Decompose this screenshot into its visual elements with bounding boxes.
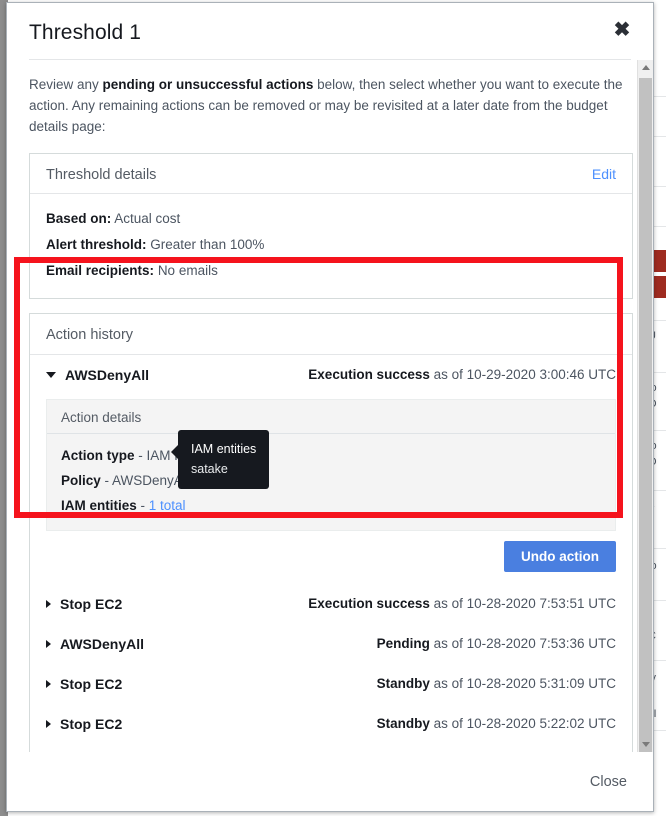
action-name-expanded: AWSDenyAll	[46, 367, 149, 383]
action-detail-label: IAM entities	[61, 497, 137, 513]
action-detail-action-type: Action type - IAM Policy	[61, 443, 601, 468]
chevron-right-icon[interactable]	[46, 719, 51, 728]
action-history-header: Action history	[30, 314, 632, 355]
intro-pre: Review any	[29, 76, 103, 92]
scroll-up-arrow-icon[interactable]	[638, 60, 653, 76]
detail-label: Email recipients:	[46, 262, 155, 278]
action-detail-label: Action type	[61, 447, 135, 463]
threshold-details-panel: Threshold details Edit Based on: Actual …	[29, 152, 633, 299]
iam-entities-link[interactable]: 1 total	[149, 498, 186, 513]
detail-row-email-recipients: Email recipients: No emails	[46, 258, 616, 284]
action-history-row[interactable]: Stop EC2 Execution success as of 10-28-2…	[30, 584, 632, 624]
intro-emphasis: pending or unsuccessful actions	[102, 76, 314, 92]
action-name: AWSDenyAll	[46, 636, 144, 652]
detail-row-alert-threshold: Alert threshold: Greater than 100%	[46, 232, 616, 258]
status-timestamp: as of 10-28-2020 7:53:36 UTC	[433, 636, 616, 652]
status-timestamp: as of 10-28-2020 5:22:02 UTC	[433, 716, 616, 732]
undo-action-bar: Undo action	[30, 530, 632, 584]
action-history-row-expanded[interactable]: AWSDenyAll Execution success as of 10-29…	[30, 355, 632, 395]
scrollbar-thumb[interactable]	[639, 77, 652, 752]
detail-value: Actual cost	[114, 210, 181, 226]
action-status: Standby as of 10-28-2020 5:22:02 UTC	[377, 716, 616, 731]
close-button[interactable]: Close	[590, 774, 627, 790]
detail-label: Alert threshold:	[46, 236, 147, 252]
action-name-label: AWSDenyAll	[60, 635, 145, 652]
action-details-body: Action type - IAM Policy Policy - AWSDen…	[47, 434, 615, 530]
action-history-row[interactable]: AWSDenyAll Standby as of 10-28-2020 5:22…	[30, 744, 632, 752]
action-history-panel: Action history AWSDenyAll Execution succ…	[29, 312, 633, 752]
action-name-label: Stop EC2	[60, 595, 123, 612]
modal-body: Review any pending or unsuccessful actio…	[7, 59, 653, 752]
status-badge: Execution success	[308, 596, 430, 612]
action-name: Stop EC2	[46, 596, 122, 612]
page-root: h e n I U lo O lo O a 0 lo b C lv e JI x…	[0, 0, 666, 816]
modal-header: Threshold 1 ✖	[7, 3, 653, 47]
modal-footer: Close	[7, 752, 653, 811]
undo-action-button[interactable]: Undo action	[504, 540, 616, 572]
edit-link[interactable]: Edit	[592, 166, 616, 182]
status-badge: Pending	[376, 636, 430, 652]
detail-row-based-on: Based on: Actual cost	[46, 206, 616, 232]
action-name-label: Stop EC2	[60, 675, 123, 692]
status-timestamp: as of 10-28-2020 7:53:51 UTC	[433, 596, 616, 612]
chevron-right-icon[interactable]	[46, 679, 51, 688]
close-icon[interactable]: ✖	[611, 19, 633, 41]
modal-body-content: Review any pending or unsuccessful actio…	[7, 60, 653, 752]
action-status: Standby as of 10-28-2020 5:31:09 UTC	[377, 676, 616, 691]
action-status-expanded: Execution success as of 10-29-2020 3:00:…	[308, 367, 616, 382]
detail-value: No emails	[157, 262, 218, 278]
tooltip-line-1: IAM entities	[191, 442, 257, 456]
action-name-label: AWSDenyAll	[65, 366, 150, 383]
action-history-title: Action history	[46, 326, 134, 343]
modal-scrollbar[interactable]	[637, 59, 653, 752]
detail-value: Greater than 100%	[150, 236, 265, 252]
action-detail-label: Policy	[61, 472, 101, 488]
intro-text: Review any pending or unsuccessful actio…	[29, 74, 633, 137]
iam-entities-tooltip: IAM entities satake	[170, 430, 270, 489]
status-timestamp: as of 10-29-2020 3:00:46 UTC	[433, 367, 616, 383]
action-name: Stop EC2	[46, 716, 122, 732]
action-status: Execution success as of 10-28-2020 7:53:…	[308, 596, 616, 611]
action-detail-sep: -	[136, 497, 149, 513]
chevron-right-icon[interactable]	[46, 639, 51, 648]
scroll-down-arrow-icon[interactable]	[638, 736, 653, 752]
action-history-row[interactable]: AWSDenyAll Pending as of 10-28-2020 7:53…	[30, 624, 632, 664]
threshold-modal: Threshold 1 ✖ Review any pending or unsu…	[6, 2, 654, 812]
action-name-label: Stop EC2	[60, 715, 123, 732]
tooltip-line-2: satake	[191, 462, 228, 476]
status-badge: Execution success	[308, 367, 430, 383]
action-history-row[interactable]: Stop EC2 Standby as of 10-28-2020 5:22:0…	[30, 704, 632, 744]
threshold-details-header: Threshold details Edit	[30, 154, 632, 194]
status-badge: Standby	[376, 676, 430, 692]
threshold-details-body: Based on: Actual cost Alert threshold: G…	[30, 194, 632, 298]
action-name: Stop EC2	[46, 676, 122, 692]
threshold-details-title: Threshold details	[46, 166, 157, 183]
page-title: Threshold 1	[29, 21, 141, 44]
action-details-title: Action details	[47, 400, 615, 434]
action-status: Pending as of 10-28-2020 7:53:36 UTC	[377, 636, 616, 651]
action-details-card: Action details Action type - IAM Policy …	[46, 398, 616, 531]
chevron-down-icon[interactable]	[46, 371, 56, 378]
action-detail-iam-entities: IAM entities - 1 total	[61, 493, 601, 518]
action-detail-sep: -	[134, 447, 147, 463]
chevron-right-icon[interactable]	[46, 599, 51, 608]
action-history-row[interactable]: Stop EC2 Standby as of 10-28-2020 5:31:0…	[30, 664, 632, 704]
detail-label: Based on:	[46, 210, 112, 226]
action-detail-sep: -	[100, 472, 113, 488]
action-detail-policy: Policy - AWSDenyAll	[61, 468, 601, 493]
status-timestamp: as of 10-28-2020 5:31:09 UTC	[433, 676, 616, 692]
status-badge: Standby	[376, 716, 430, 732]
